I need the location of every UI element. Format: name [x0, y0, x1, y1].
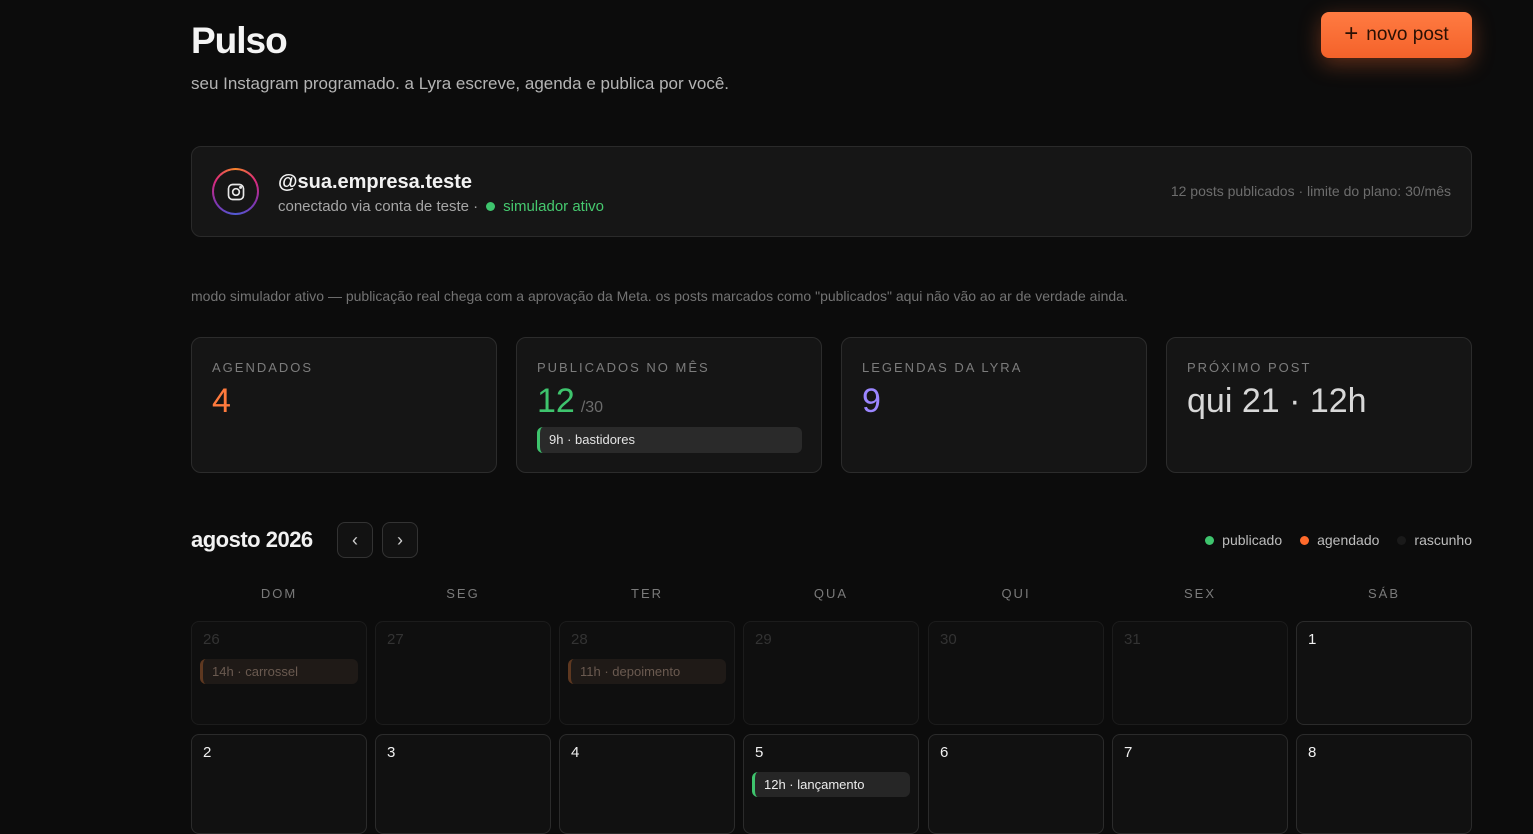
weekday-header: TER — [631, 586, 663, 601]
calendar-legend: publicado agendado rascunho — [1205, 532, 1472, 548]
calendar-day[interactable]: 29 — [743, 621, 919, 725]
stat-captions: LEGENDAS DA LYRA 9 — [841, 337, 1147, 473]
legend-item: rascunho — [1397, 532, 1472, 548]
draft-dot-icon — [1397, 535, 1407, 545]
calendar-day[interactable]: 7 — [1112, 734, 1288, 834]
plus-icon: + — [1344, 19, 1359, 47]
stat-value: 9 — [862, 382, 881, 420]
page-subtitle: seu Instagram programado. a Lyra escreve… — [191, 74, 730, 93]
next-month-button[interactable]: › — [382, 522, 418, 558]
calendar-event[interactable]: 11h · depoimento — [568, 659, 726, 684]
day-number: 29 — [755, 631, 772, 648]
calendar-day[interactable]: 28 11h · depoimento — [559, 621, 735, 725]
chevron-right-icon: › — [397, 529, 403, 550]
calendar-day[interactable]: 1 — [1296, 621, 1472, 725]
calendar-day[interactable]: 8 — [1296, 734, 1472, 834]
calendar-day[interactable]: 30 — [928, 621, 1104, 725]
new-post-button[interactable]: + novo post — [1321, 12, 1472, 58]
stat-suffix: /30 — [580, 399, 604, 416]
chevron-left-icon: ‹ — [352, 529, 358, 550]
simulator-notice: modo simulador ativo — publicação real c… — [191, 288, 1128, 304]
legend-item: agendado — [1300, 532, 1379, 548]
stat-label: LEGENDAS DA LYRA — [862, 360, 1023, 375]
stat-scheduled: AGENDADOS 4 — [191, 337, 497, 473]
day-number: 5 — [755, 744, 764, 761]
day-number: 6 — [940, 744, 949, 761]
day-number: 28 — [571, 631, 588, 648]
account-card: @sua.empresa.teste conectado via conta d… — [191, 146, 1472, 237]
calendar-day[interactable]: 3 — [375, 734, 551, 834]
prev-month-button[interactable]: ‹ — [337, 522, 373, 558]
account-handle: @sua.empresa.teste — [278, 171, 473, 193]
day-number: 1 — [1308, 631, 1317, 648]
next-published-chip[interactable]: 9h · bastidores — [537, 427, 802, 453]
stat-value: 4 — [212, 382, 231, 420]
connection-text: conectado via conta de teste · — [278, 198, 479, 215]
legend-label: agendado — [1317, 532, 1380, 548]
stat-label: AGENDADOS — [212, 360, 314, 375]
day-number: 8 — [1308, 744, 1317, 761]
calendar-day[interactable]: 26 14h · carrossel — [191, 621, 367, 725]
weekday-header: SEG — [446, 586, 480, 601]
day-number: 26 — [203, 631, 220, 648]
weekday-header: QUA — [813, 586, 849, 601]
day-number: 27 — [387, 631, 404, 648]
calendar-day[interactable]: 6 — [928, 734, 1104, 834]
calendar-day[interactable]: 4 — [559, 734, 735, 834]
calendar-event[interactable]: 12h · lançamento — [752, 772, 910, 797]
calendar-day[interactable]: 2 — [191, 734, 367, 834]
weekday-header: SEX — [1183, 586, 1216, 601]
day-number: 31 — [1124, 631, 1141, 648]
stat-label: PRÓXIMO POST — [1187, 360, 1312, 375]
calendar-day[interactable]: 27 — [375, 621, 551, 725]
calendar-event[interactable]: 14h · carrossel — [200, 659, 358, 684]
stat-next-post: PRÓXIMO POST qui 21 · 12h — [1166, 337, 1472, 473]
scheduled-dot-icon — [1300, 535, 1310, 545]
published-dot-icon — [1205, 535, 1215, 545]
status-dot-icon — [486, 202, 496, 211]
plan-info: 12 posts publicados · limite do plano: 3… — [1170, 183, 1451, 199]
weekday-header: DOM — [260, 586, 298, 601]
day-number: 3 — [387, 744, 396, 761]
stat-label: PUBLICADOS NO MÊS — [537, 360, 710, 375]
stat-value: 12 — [537, 382, 575, 420]
stat-value-group: 12/30 — [537, 382, 603, 421]
day-number: 2 — [203, 744, 212, 761]
instagram-icon — [227, 183, 244, 200]
legend-label: rascunho — [1414, 532, 1472, 548]
new-post-label: novo post — [1366, 24, 1449, 45]
day-number: 30 — [940, 631, 957, 648]
weekday-header: QUI — [1001, 586, 1031, 601]
weekday-header: SÁB — [1367, 586, 1400, 601]
day-number: 4 — [571, 744, 580, 761]
calendar-day[interactable]: 31 — [1112, 621, 1288, 725]
stat-value: qui 21 · 12h — [1187, 382, 1367, 420]
calendar-month: agosto 2026 — [191, 527, 313, 552]
instagram-avatar — [212, 168, 259, 215]
stat-published: PUBLICADOS NO MÊS 12/30 9h · bastidores — [516, 337, 822, 473]
legend-label: publicado — [1222, 532, 1283, 548]
legend-item: publicado — [1205, 532, 1282, 548]
page-title: Pulso — [191, 20, 288, 61]
day-number: 7 — [1124, 744, 1133, 761]
connection-status: conectado via conta de teste · simulador… — [278, 198, 604, 215]
simulator-status: simulador ativo — [503, 198, 605, 215]
calendar-day[interactable]: 5 12h · lançamento — [743, 734, 919, 834]
